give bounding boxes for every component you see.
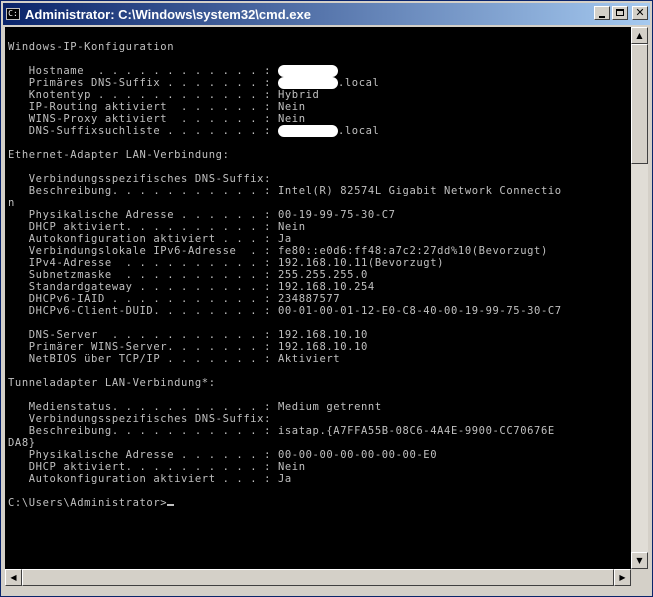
console-text: Windows-IP-Konfiguration Hostname . . . … <box>5 27 631 509</box>
cmd-icon[interactable]: C: <box>6 8 20 20</box>
redacted-dns-list <box>277 125 338 137</box>
command-prompt: C:\Users\Administrator> <box>8 497 168 509</box>
minimize-button[interactable] <box>594 6 610 20</box>
dns-suffix-label: Primäres DNS-Suffix . . . . . . . : <box>8 77 278 89</box>
dns-list-label: DNS-Suffixsuchliste . . . . . . . : <box>8 125 278 137</box>
scroll-down-button[interactable]: ▼ <box>631 552 648 569</box>
console-output[interactable]: Windows-IP-Konfiguration Hostname . . . … <box>5 27 631 569</box>
dns-list-tail: .local <box>337 125 380 137</box>
scroll-left-button[interactable]: ◀ <box>5 569 22 586</box>
window-title: Administrator: C:\Windows\system32\cmd.e… <box>25 6 311 22</box>
vertical-scrollbar[interactable]: ▲ ▼ <box>631 27 648 569</box>
dns-suffix-tail: .local <box>337 77 380 89</box>
minimize-icon <box>599 16 605 18</box>
close-button[interactable]: ✕ <box>632 6 648 20</box>
close-icon: ✕ <box>635 6 645 19</box>
console-lines-b: Knotentyp . . . . . . . . . . . . : Hybr… <box>28 89 320 125</box>
cmd-window: C: Administrator: C:\Windows\system32\cm… <box>0 0 653 597</box>
console-lines-c: Ethernet-Adapter LAN-Verbindung: Verbind… <box>8 149 562 485</box>
maximize-icon <box>616 9 624 16</box>
redacted-dns-suffix <box>277 77 338 89</box>
title-bar[interactable]: C: Administrator: C:\Windows\system32\cm… <box>3 3 650 25</box>
redacted-hostname <box>277 65 338 77</box>
text-cursor <box>167 504 175 506</box>
scroll-right-button[interactable]: ▶ <box>614 569 631 586</box>
scrollbar-corner <box>631 569 648 586</box>
console-lines-a: Windows-IP-Konfiguration Hostname . . . … <box>8 41 272 77</box>
maximize-button[interactable] <box>612 6 628 20</box>
horizontal-scroll-thumb[interactable] <box>22 569 614 586</box>
vertical-scroll-thumb[interactable] <box>631 44 648 164</box>
window-controls: ✕ <box>594 6 648 20</box>
horizontal-scrollbar[interactable]: ◀ ▶ <box>5 569 631 586</box>
scroll-up-button[interactable]: ▲ <box>631 27 648 44</box>
